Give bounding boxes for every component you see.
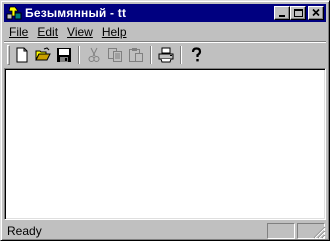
help-button[interactable] [186, 45, 206, 65]
window-title: Безымянный - tt [25, 6, 127, 20]
help-icon [191, 47, 202, 62]
menu-help[interactable]: Help [97, 23, 131, 41]
print-icon [158, 47, 174, 63]
status-pane-1 [267, 223, 295, 239]
save-button[interactable] [54, 45, 74, 65]
close-button[interactable] [308, 6, 324, 20]
menu-edit-label: Edit [37, 25, 59, 39]
copy-button[interactable] [105, 45, 125, 65]
resize-grip-icon[interactable] [312, 225, 326, 239]
title-bar[interactable]: Безымянный - tt [4, 4, 326, 22]
minimize-button[interactable] [274, 6, 290, 20]
maximize-button[interactable] [290, 6, 306, 20]
toolbar [4, 43, 326, 67]
menu-view[interactable]: View [62, 23, 97, 41]
toolbar-separator [150, 46, 152, 64]
new-document-icon [16, 47, 28, 63]
cut-icon [88, 47, 100, 62]
paste-button[interactable] [126, 45, 146, 65]
paste-icon [129, 48, 143, 62]
status-bar: Ready [4, 222, 326, 239]
close-icon [312, 8, 320, 17]
toolbar-separator [78, 46, 80, 64]
copy-icon [108, 48, 122, 62]
document-view[interactable] [4, 68, 326, 220]
open-button[interactable] [33, 45, 53, 65]
cut-button[interactable] [84, 45, 104, 65]
menu-edit[interactable]: Edit [32, 23, 62, 41]
application-window: Безымянный - tt File Edit View Help Read… [0, 0, 330, 241]
minimize-icon [279, 15, 285, 17]
menu-view-label: View [67, 25, 93, 39]
new-button[interactable] [12, 45, 32, 65]
open-folder-icon [35, 47, 51, 61]
application-icon[interactable] [6, 5, 22, 21]
menu-bar: File Edit View Help [4, 23, 326, 41]
toolbar-separator [180, 46, 182, 64]
save-icon [57, 48, 71, 62]
status-text: Ready [7, 224, 42, 238]
menu-file[interactable]: File [4, 23, 32, 41]
menu-file-label: File [9, 25, 29, 39]
print-button[interactable] [156, 45, 176, 65]
toolbar-grip[interactable] [7, 45, 10, 65]
menu-help-label: Help [101, 25, 127, 39]
maximize-icon [294, 9, 303, 17]
